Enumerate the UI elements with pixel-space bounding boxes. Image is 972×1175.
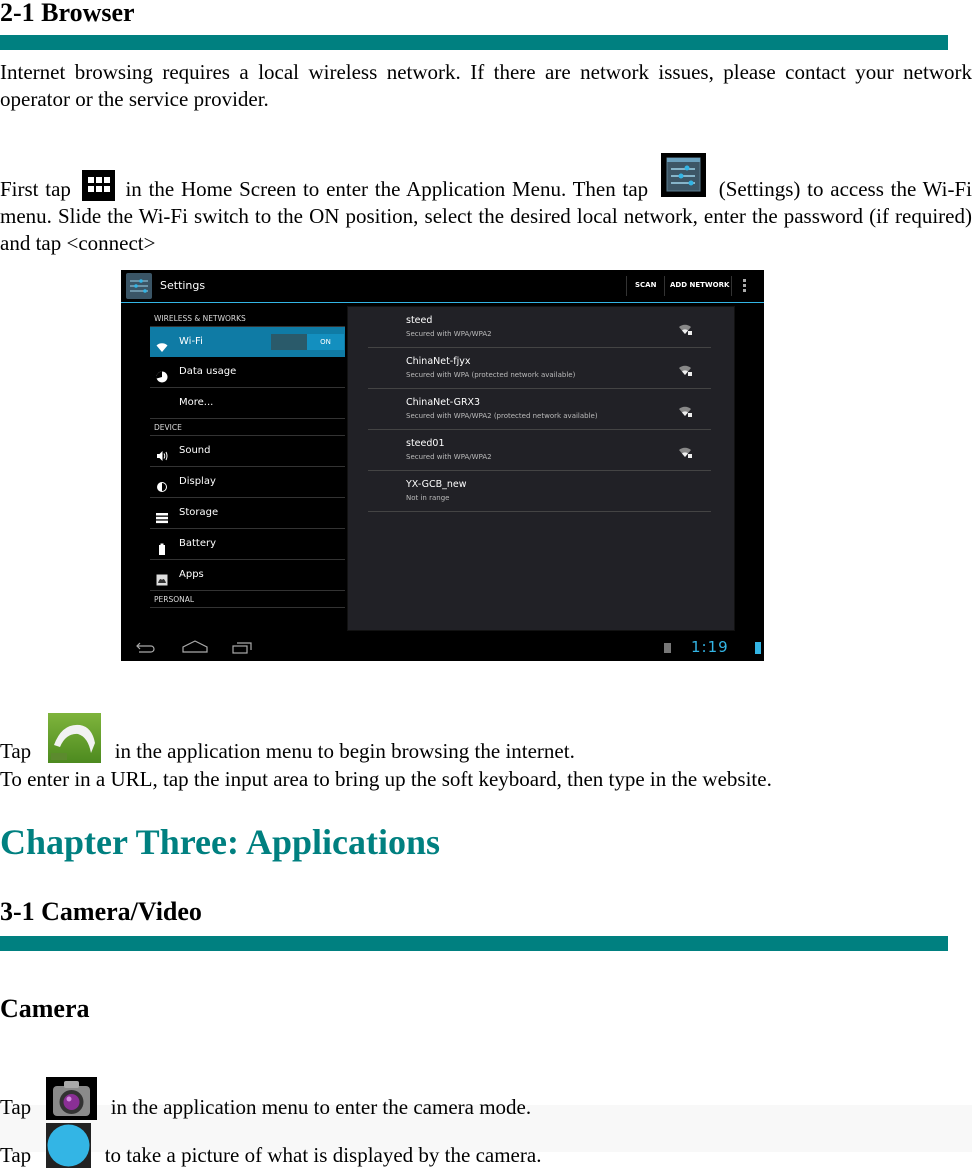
data-usage-icon (156, 366, 168, 383)
tap-label: Tap (0, 739, 32, 763)
sidebar-item-more[interactable]: More... (150, 388, 345, 419)
settings-sliders-icon (660, 153, 706, 197)
dolphin-browser-icon (48, 713, 102, 763)
network-name: steed01 (406, 438, 445, 449)
section-divider (0, 35, 948, 50)
overflow-menu-icon[interactable] (743, 279, 746, 294)
sidebar-item-wifi[interactable]: Wi-Fi ON (150, 327, 345, 357)
tap-shutter-line: Tap to take a picture of what is display… (0, 1123, 542, 1169)
action-bar: Settings SCAN ADD NETWORK (121, 270, 764, 303)
network-item[interactable]: YX-GCB_new Not in range (368, 471, 711, 512)
settings-sidebar: WIRELESS & NETWORKS Wi-Fi ON Data usage … (150, 310, 345, 608)
tap-label: Tap (0, 1143, 32, 1167)
network-item[interactable]: ChinaNet-GRX3 Secured with WPA/WPA2 (pro… (368, 389, 711, 430)
sidebar-item-battery[interactable]: Battery (150, 529, 345, 560)
shutter-button-icon (46, 1123, 92, 1168)
wifi-instructions-paragraph: First tap in the Home Screen to enter th… (0, 153, 972, 257)
apps-icon (156, 569, 168, 586)
network-status: Secured with WPA (protected network avai… (406, 371, 576, 379)
network-item[interactable]: ChinaNet-fjyx Secured with WPA (protecte… (368, 348, 711, 389)
home-icon (182, 640, 208, 653)
wifi-signal-locked-icon (679, 403, 693, 417)
toggle-state: ON (307, 334, 344, 350)
settings-app-icon (126, 273, 152, 299)
instructions-part1: First tap (0, 177, 71, 201)
network-item[interactable]: steed01 Secured with WPA/WPA2 (368, 430, 711, 471)
section-heading-camera-video: 3-1 Camera/Video (0, 897, 202, 926)
url-entry-paragraph: To enter in a URL, tap the input area to… (0, 767, 772, 791)
sd-card-status-icon (664, 643, 671, 653)
sidebar-item-display[interactable]: Display (150, 467, 345, 498)
app-grid-icon (81, 170, 115, 201)
network-status: Secured with WPA/WPA2 (406, 453, 492, 461)
tap-camera-line: Tap in the application menu to enter the… (0, 1077, 532, 1121)
network-name: steed (406, 315, 433, 326)
battery-status-icon (755, 642, 761, 654)
action-divider (731, 276, 732, 296)
speaker-icon (156, 445, 168, 461)
sidebar-item-label: Wi-Fi (179, 336, 203, 347)
back-icon (136, 642, 155, 653)
display-icon (156, 476, 168, 492)
sidebar-item-apps[interactable]: Apps (150, 560, 345, 591)
sidebar-item-label: Apps (179, 569, 204, 580)
subheading-camera: Camera (0, 994, 90, 1023)
sidebar-item-label: Sound (179, 445, 211, 456)
sidebar-item-label: Battery (179, 538, 217, 549)
network-item[interactable]: steed Secured with WPA/WPA2 (368, 307, 711, 348)
network-status: Secured with WPA/WPA2 (406, 330, 492, 338)
network-name: ChinaNet-GRX3 (406, 397, 481, 408)
action-bar-title: Settings (160, 279, 206, 292)
section-heading-browser: 2-1 Browser (0, 0, 135, 27)
network-name: YX-GCB_new (406, 479, 467, 490)
network-status: Not in range (406, 494, 450, 502)
sidebar-item-label: More... (179, 397, 214, 408)
tap-label: Tap (0, 1095, 32, 1119)
wifi-settings-screenshot: Settings SCAN ADD NETWORK WIRELESS & NET… (121, 270, 764, 661)
sidebar-item-label: Display (179, 476, 216, 487)
section-divider (0, 936, 948, 951)
wifi-icon (156, 336, 168, 352)
sidebar-item-sound[interactable]: Sound (150, 436, 345, 467)
sidebar-section-header: DEVICE (150, 419, 345, 436)
sidebar-section-header: PERSONAL (150, 591, 345, 608)
scan-button[interactable]: SCAN (635, 281, 656, 289)
battery-icon (156, 538, 168, 555)
network-name: ChinaNet-fjyx (406, 356, 471, 367)
network-status: Secured with WPA/WPA2 (protected network… (406, 412, 598, 420)
wifi-signal-locked-icon (679, 362, 693, 376)
camera-app-icon (46, 1077, 98, 1120)
action-divider (664, 276, 665, 296)
sidebar-item-label: Data usage (179, 366, 237, 377)
add-network-button[interactable]: ADD NETWORK (670, 281, 729, 289)
tap-camera-text: in the application menu to enter the cam… (110, 1095, 532, 1119)
sidebar-item-storage[interactable]: Storage (150, 498, 345, 529)
browser-intro-paragraph: Internet browsing requires a local wirel… (0, 60, 972, 111)
wifi-signal-locked-icon (679, 444, 693, 458)
tap-shutter-text: to take a picture of what is displayed b… (104, 1143, 542, 1167)
storage-icon (156, 507, 168, 524)
action-divider (626, 276, 627, 296)
sidebar-item-label: Storage (179, 507, 219, 518)
sidebar-item-data-usage[interactable]: Data usage (150, 357, 345, 388)
sidebar-section-header: WIRELESS & NETWORKS (150, 310, 345, 327)
instructions-part2: in the Home Screen to enter the Applicat… (125, 177, 649, 201)
chapter-title: Chapter Three: Applications (0, 822, 441, 862)
wifi-network-list: steed Secured with WPA/WPA2 ChinaNet-fjy… (347, 306, 735, 631)
wifi-toggle[interactable]: ON (271, 334, 344, 350)
recent-apps-icon (232, 642, 252, 654)
wifi-signal-locked-icon (679, 321, 693, 335)
tap-browser-text: in the application menu to begin browsin… (114, 739, 575, 763)
tap-browser-line: Tap in the application menu to begin bro… (0, 713, 575, 765)
status-clock: 1:19 (691, 638, 729, 656)
